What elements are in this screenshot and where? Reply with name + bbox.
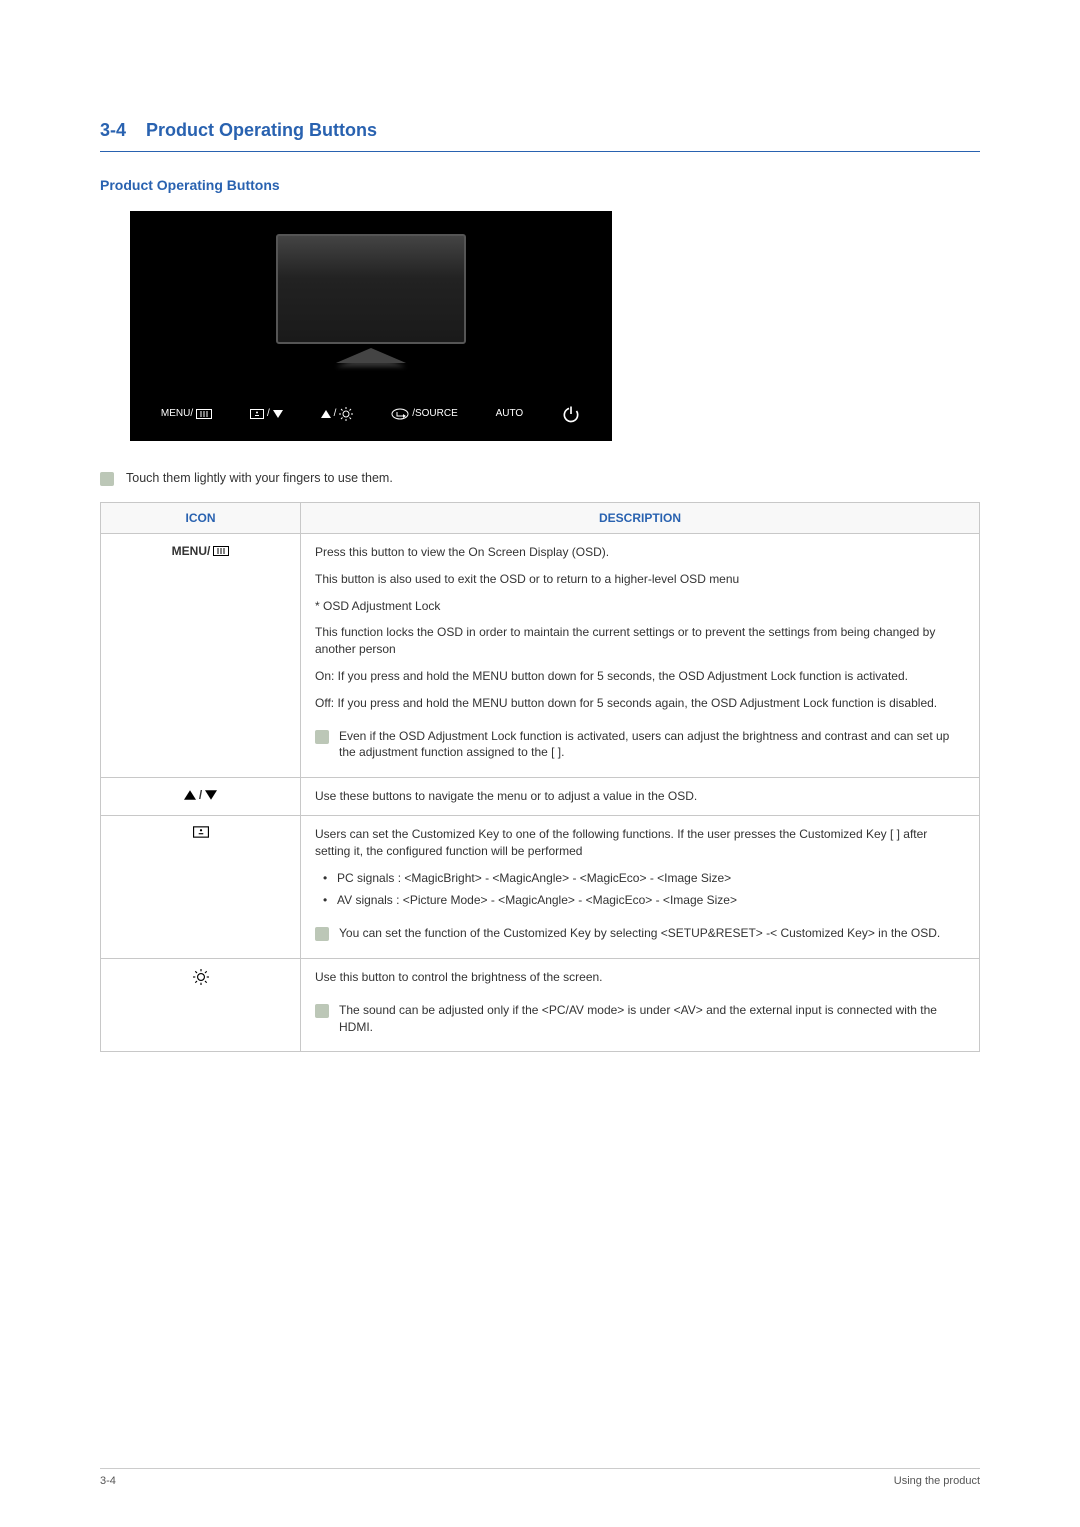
top-note: Touch them lightly with your fingers to … bbox=[100, 471, 980, 486]
brightness-icon bbox=[193, 969, 209, 985]
icon-brightness bbox=[101, 958, 301, 1051]
button-strip: MENU/ / / /SOURCE AUTO bbox=[130, 386, 612, 441]
note-text: The sound can be adjusted only if the <P… bbox=[339, 1002, 965, 1036]
table-row: Use this button to control the brightnes… bbox=[101, 958, 980, 1051]
custom-key-box-icon bbox=[250, 409, 264, 419]
text: On: If you press and hold the MENU butto… bbox=[315, 668, 965, 685]
menu-icon-text: MENU/ bbox=[172, 544, 211, 558]
monitor-screen-icon bbox=[276, 234, 466, 344]
note-text: Even if the OSD Adjustment Lock function… bbox=[339, 728, 965, 762]
slash: / bbox=[199, 788, 202, 802]
list-item: PC signals : <MagicBright> - <MagicAngle… bbox=[315, 870, 965, 887]
text: This function locks the OSD in order to … bbox=[315, 624, 965, 658]
icon-menu: MENU/ bbox=[101, 534, 301, 778]
strip-power bbox=[561, 404, 581, 424]
desc-custom: Users can set the Customized Key to one … bbox=[301, 815, 980, 958]
strip-source: /SOURCE bbox=[391, 408, 458, 420]
menu-box-icon bbox=[196, 409, 212, 419]
top-note-text: Touch them lightly with your fingers to … bbox=[126, 471, 393, 485]
col-icon: ICON bbox=[101, 503, 301, 534]
subheader: Product Operating Buttons bbox=[100, 177, 980, 193]
icon-nav: / bbox=[101, 778, 301, 816]
table-row: MENU/ Press this button to view the On S… bbox=[101, 534, 980, 778]
section-title: Product Operating Buttons bbox=[146, 120, 377, 140]
list-item: AV signals : <Picture Mode> - <MagicAngl… bbox=[315, 892, 965, 909]
strip-menu: MENU/ bbox=[161, 408, 212, 419]
note-icon bbox=[100, 472, 114, 486]
inner-note: Even if the OSD Adjustment Lock function… bbox=[315, 722, 965, 768]
monitor-frame bbox=[130, 211, 612, 386]
page-footer: 3-4 Using the product bbox=[100, 1468, 980, 1487]
enter-icon bbox=[391, 408, 409, 420]
footer-left: 3-4 bbox=[100, 1475, 116, 1487]
text: Off: If you press and hold the MENU butt… bbox=[315, 695, 965, 712]
power-icon bbox=[561, 404, 581, 424]
text: This button is also used to exit the OSD… bbox=[315, 571, 965, 588]
source-label: /SOURCE bbox=[412, 408, 458, 419]
note-icon bbox=[315, 927, 329, 941]
note-icon bbox=[315, 1004, 329, 1018]
monitor-stand-icon bbox=[336, 348, 406, 363]
slash: / bbox=[334, 408, 337, 419]
product-illustration: MENU/ / / /SOURCE AUTO bbox=[130, 211, 612, 441]
section-header: 3-4 Product Operating Buttons bbox=[100, 120, 980, 152]
table-row: Users can set the Customized Key to one … bbox=[101, 815, 980, 958]
desc-brightness: Use this button to control the brightnes… bbox=[301, 958, 980, 1051]
text: Use these buttons to navigate the menu o… bbox=[315, 788, 965, 805]
custom-key-box-icon bbox=[193, 826, 209, 838]
text: * OSD Adjustment Lock bbox=[315, 598, 965, 615]
up-triangle-icon bbox=[184, 789, 196, 801]
strip-auto: AUTO bbox=[496, 408, 524, 419]
brightness-icon bbox=[339, 407, 353, 421]
description-table: ICON DESCRIPTION MENU/ Press this button… bbox=[100, 502, 980, 1052]
inner-note: You can set the function of the Customiz… bbox=[315, 919, 965, 948]
text: Users can set the Customized Key to one … bbox=[315, 826, 965, 860]
auto-label: AUTO bbox=[496, 408, 524, 419]
table-row: / Use these buttons to navigate the menu… bbox=[101, 778, 980, 816]
down-triangle-icon bbox=[205, 789, 217, 801]
strip-up-bright: / bbox=[321, 407, 354, 421]
menu-box-icon bbox=[213, 546, 229, 556]
note-text: You can set the function of the Customiz… bbox=[339, 925, 940, 942]
up-triangle-icon bbox=[321, 409, 331, 419]
text: Use this button to control the brightnes… bbox=[315, 969, 965, 986]
slash: / bbox=[267, 408, 270, 419]
text: Press this button to view the On Screen … bbox=[315, 544, 965, 561]
inner-note: The sound can be adjusted only if the <P… bbox=[315, 996, 965, 1042]
down-triangle-icon bbox=[273, 409, 283, 419]
menu-label: MENU/ bbox=[161, 408, 193, 419]
col-desc: DESCRIPTION bbox=[301, 503, 980, 534]
footer-right: Using the product bbox=[894, 1475, 980, 1487]
bullet-list: PC signals : <MagicBright> - <MagicAngle… bbox=[315, 870, 965, 910]
icon-custom bbox=[101, 815, 301, 958]
note-icon bbox=[315, 730, 329, 744]
desc-nav: Use these buttons to navigate the menu o… bbox=[301, 778, 980, 816]
strip-custom-down: / bbox=[250, 408, 283, 419]
section-number: 3-4 bbox=[100, 120, 126, 140]
desc-menu: Press this button to view the On Screen … bbox=[301, 534, 980, 778]
